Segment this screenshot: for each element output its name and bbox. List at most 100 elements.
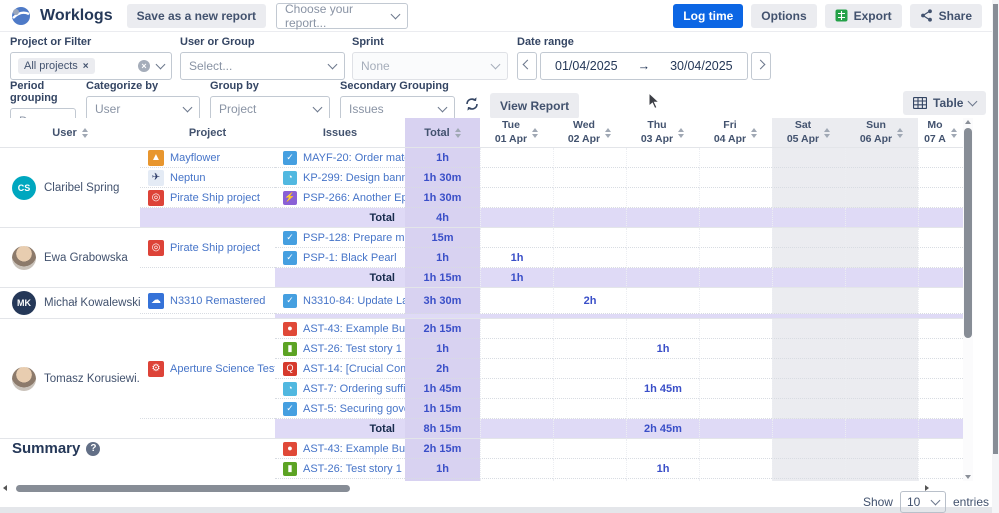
- issue-link[interactable]: PSP-266: Another Epic: [303, 192, 405, 204]
- page-size-select[interactable]: 10: [900, 491, 946, 513]
- issue-link[interactable]: AST-26: Test story 1: [303, 343, 402, 355]
- issue-link[interactable]: N3310-84: Update Lan...: [303, 295, 405, 307]
- project-link[interactable]: N3310 Remastered: [170, 295, 265, 307]
- clear-filter-icon[interactable]: ×: [138, 60, 150, 72]
- view-report-button[interactable]: View Report: [490, 93, 579, 119]
- total-cell[interactable]: 3h 30m: [405, 288, 480, 314]
- refresh-icon[interactable]: [463, 95, 481, 118]
- project-link[interactable]: Neptun: [170, 172, 205, 184]
- issue-link[interactable]: AST-43: Example Bug 3: [303, 323, 405, 335]
- day-value-cell[interactable]: 1h: [480, 248, 553, 268]
- report-select[interactable]: Choose your report...: [276, 3, 408, 29]
- project-link[interactable]: Pirate Ship project: [170, 242, 260, 254]
- summary-total-cell[interactable]: 2h: [405, 479, 480, 481]
- project-filter-select[interactable]: All projects × ×: [10, 52, 172, 80]
- date-prev-button[interactable]: [517, 52, 537, 80]
- issue-link[interactable]: PSP-128: Prepare men...: [303, 232, 405, 244]
- column-header-issues[interactable]: Issues: [275, 118, 405, 148]
- scroll-up-icon[interactable]: [965, 120, 971, 124]
- log-time-button[interactable]: Log time: [673, 4, 743, 28]
- total-cell[interactable]: 1h 30m: [405, 188, 480, 208]
- total-cell[interactable]: 1h 30m: [405, 168, 480, 188]
- page-scrollbar[interactable]: [992, 0, 999, 513]
- column-header-day[interactable]: Wed02 Apr: [553, 118, 626, 148]
- date-to-value[interactable]: 30/04/2025: [670, 59, 733, 73]
- date-from-value[interactable]: 01/04/2025: [555, 59, 618, 73]
- user-name: Michał Kowalewski: [44, 297, 140, 309]
- total-cell[interactable]: 1h: [405, 148, 480, 168]
- scroll-down-icon[interactable]: [965, 475, 971, 479]
- table-horizontal-scrollbar[interactable]: [0, 484, 963, 493]
- sort-icon[interactable]: [751, 128, 757, 138]
- subtotal-day-value[interactable]: 2h 45m: [626, 419, 699, 439]
- subtotal-day-value[interactable]: 1h: [480, 268, 553, 288]
- subtotal-total-cell[interactable]: 8h 15m: [405, 419, 480, 439]
- user-group-select[interactable]: Select...: [180, 52, 345, 80]
- project-link[interactable]: Mayflower: [170, 152, 220, 164]
- issue-link[interactable]: PSP-1: Black Pearl: [303, 252, 397, 264]
- project-link[interactable]: Aperture Science Testing: [170, 363, 275, 375]
- subtotal-total-cell[interactable]: 1h 15m: [405, 268, 480, 288]
- issue-link[interactable]: KP-299: Design banners: [303, 172, 405, 184]
- column-header-day[interactable]: Mo07 A: [918, 118, 963, 148]
- total-cell[interactable]: 1h 45m: [405, 379, 480, 399]
- sort-icon[interactable]: [532, 128, 538, 138]
- table-view-select[interactable]: Table: [903, 91, 986, 115]
- total-cell[interactable]: 1h: [405, 339, 480, 359]
- scroll-left-icon[interactable]: [3, 485, 7, 491]
- column-header-total[interactable]: Total: [405, 118, 480, 148]
- day-value-cell[interactable]: 2h: [553, 288, 626, 314]
- date-range-input[interactable]: 01/04/2025 → 30/04/2025: [540, 52, 748, 80]
- column-header-day[interactable]: Sat05 Apr: [772, 118, 845, 148]
- sort-icon[interactable]: [678, 128, 684, 138]
- total-cell[interactable]: 15m: [405, 228, 480, 248]
- day-value-cell[interactable]: 1h 45m: [626, 379, 699, 399]
- table-vertical-scrollbar[interactable]: [963, 118, 973, 481]
- vertical-scroll-thumb[interactable]: [964, 128, 972, 338]
- chip-remove-icon[interactable]: ×: [83, 61, 89, 72]
- day-value-cell[interactable]: 1h: [626, 339, 699, 359]
- issue-cell: ✓MAYF-20: Order materi...: [275, 148, 405, 168]
- column-header-project[interactable]: Project: [140, 118, 275, 148]
- issue-link[interactable]: AST-14: [Crucial Comp...: [303, 363, 405, 375]
- sort-icon[interactable]: [824, 128, 830, 138]
- user-filter-group: User or Group Select...: [180, 36, 345, 80]
- issue-link[interactable]: AST-5: Securing govern...: [303, 403, 405, 415]
- subtotal-total-cell[interactable]: 4h: [405, 208, 480, 228]
- column-header-day[interactable]: Fri04 Apr: [699, 118, 772, 148]
- sprint-select[interactable]: None: [352, 52, 508, 80]
- sort-icon[interactable]: [605, 128, 611, 138]
- column-header-day[interactable]: Thu03 Apr: [626, 118, 699, 148]
- date-next-button[interactable]: [751, 52, 771, 80]
- options-button[interactable]: Options: [751, 4, 816, 28]
- summary-day-cell: [480, 479, 553, 481]
- sort-icon[interactable]: [455, 128, 461, 138]
- sort-icon[interactable]: [897, 128, 903, 138]
- categorize-by-label: Categorize by: [86, 80, 200, 92]
- project-link[interactable]: Pirate Ship project: [170, 192, 260, 204]
- sort-icon[interactable]: [82, 128, 88, 138]
- summary-total-cell[interactable]: 1h: [405, 459, 480, 479]
- share-button[interactable]: Share: [910, 4, 982, 28]
- summary-total-cell[interactable]: 2h 15m: [405, 439, 480, 459]
- column-header-user[interactable]: User: [0, 118, 140, 148]
- export-button[interactable]: Export: [825, 4, 902, 28]
- total-cell[interactable]: 1h: [405, 248, 480, 268]
- column-header-day[interactable]: Tue01 Apr: [480, 118, 553, 148]
- save-as-new-report-button[interactable]: Save as a new report: [127, 4, 266, 28]
- sort-icon[interactable]: [951, 128, 957, 138]
- issue-link[interactable]: AST-7: Ordering suffici...: [303, 383, 405, 395]
- issue-link[interactable]: AST-26: Test story 1: [303, 463, 402, 475]
- column-header-day[interactable]: Sun06 Apr: [845, 118, 918, 148]
- total-cell[interactable]: 1h 15m: [405, 399, 480, 419]
- issue-link[interactable]: MAYF-20: Order materi...: [303, 152, 405, 164]
- help-icon[interactable]: ?: [86, 442, 100, 456]
- summary-day-value[interactable]: 1h: [626, 459, 699, 479]
- issue-link[interactable]: AST-43: Example Bug 3: [303, 443, 405, 455]
- all-projects-chip[interactable]: All projects ×: [18, 58, 95, 74]
- total-cell[interactable]: 2h: [405, 359, 480, 379]
- page-scroll-thumb[interactable]: [993, 4, 998, 454]
- horizontal-scroll-thumb[interactable]: [16, 485, 350, 492]
- total-cell[interactable]: 2h 15m: [405, 319, 480, 339]
- summary-day-cell: [553, 479, 626, 481]
